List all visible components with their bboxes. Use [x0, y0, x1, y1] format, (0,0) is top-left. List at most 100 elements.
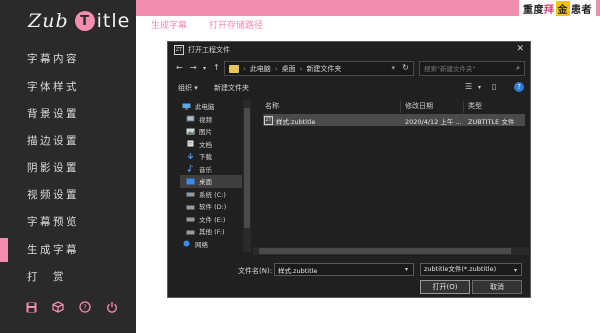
dialog-title: 打开工程文件 [188, 46, 230, 54]
tree-label: 下载 [199, 153, 212, 162]
crumb-separator-icon: › [243, 64, 246, 73]
column-headers: 名称 修改日期 类型 [263, 100, 525, 113]
filename-input[interactable] [274, 263, 414, 276]
file-date: 2020/4/12 上午 ... [405, 118, 462, 126]
logo-text-right: itle [96, 10, 131, 32]
banner-part-4: 患者 [571, 4, 592, 16]
app-logo: Zub T itle [28, 8, 130, 34]
sidebar-item-video[interactable]: 视频设置 [0, 183, 136, 207]
preview-pane-icon[interactable]: ▯ [492, 82, 496, 91]
sidebar-item-background[interactable]: 背景设置 [0, 102, 136, 126]
file-type: ZUBTITLE 文件 [468, 118, 515, 126]
up-icon[interactable]: ↑ [213, 63, 220, 72]
tree-item-desktop[interactable]: 桌面 [180, 175, 242, 188]
drive-icon [186, 230, 195, 235]
search-box: ⌕ [419, 61, 525, 76]
folder-icon [229, 64, 239, 73]
breadcrumb-new-folder[interactable]: 新建文件夹 [306, 64, 341, 74]
file-list: 名称 修改日期 类型 ZT 样式.zubtitle 2020/4/12 上午 .… [263, 100, 525, 126]
tree-item-drive-d[interactable]: 软件 (D:) [180, 200, 242, 213]
help-icon[interactable]: ? [78, 300, 92, 314]
search-input[interactable] [424, 64, 514, 73]
tree-label: 图片 [199, 128, 212, 137]
column-date[interactable]: 修改日期 [405, 101, 433, 111]
forward-icon[interactable]: → [190, 63, 197, 72]
sidebar-bottom-icons: ? [24, 300, 119, 314]
tree-label: 系统 (C:) [199, 190, 226, 199]
drive-icon [186, 192, 195, 197]
app-icon: ZT [174, 45, 184, 55]
new-folder-button[interactable]: 新建文件夹 [214, 83, 249, 93]
breadcrumb-this-pc[interactable]: 此电脑 [250, 64, 271, 74]
horizontal-scrollbar-thumb[interactable] [259, 248, 511, 254]
banner-part-3: 金 [555, 0, 570, 16]
tree-item-drive-f[interactable]: 其他 (F:) [180, 225, 242, 238]
navigation-tree: 此电脑 视频 图片 文档 下载 音乐 桌面 系统 (C:) 软件 (D:) 文件… [180, 100, 242, 250]
sidebar-item-font-style[interactable]: 字体样式 [0, 75, 136, 99]
sidebar-item-stroke[interactable]: 描边设置 [0, 129, 136, 153]
address-bar[interactable]: › 此电脑 › 桌面 › 新建文件夹 ▾ ↻ [224, 61, 414, 76]
sidebar-item-subtitle-content[interactable]: 字幕内容 [0, 47, 136, 71]
cancel-button[interactable]: 取消 [472, 280, 522, 294]
tree-item-pictures[interactable]: 图片 [180, 125, 242, 138]
sidebar-item-donate[interactable]: 打 赏 [0, 265, 136, 289]
column-name[interactable]: 名称 [265, 101, 279, 111]
filename-dropdown-icon[interactable]: ▾ [405, 266, 408, 273]
file-row[interactable]: ZT 样式.zubtitle 2020/4/12 上午 ... ZUBTITLE… [263, 114, 525, 126]
tree-label: 网络 [195, 240, 208, 249]
tree-item-downloads[interactable]: 下载 [180, 150, 242, 163]
address-row: ← → ▾ ↑ › 此电脑 › 桌面 › 新建文件夹 ▾ ↻ ⌕ [168, 61, 530, 77]
tree-item-drive-e[interactable]: 文件 (E:) [180, 213, 242, 226]
tree-item-videos[interactable]: 视频 [180, 113, 242, 126]
address-dropdown-icon[interactable]: ▾ [391, 64, 395, 72]
tree-item-documents[interactable]: 文档 [180, 138, 242, 151]
top-accent-bar: 重度 拜 金 患者 [136, 0, 600, 16]
tree-label: 软件 (D:) [199, 203, 227, 212]
sidebar-item-generate[interactable]: 生成字幕 [0, 238, 136, 262]
music-icon [187, 165, 194, 173]
organize-button[interactable]: 组织 ▾ [178, 83, 198, 93]
svg-text:?: ? [83, 304, 87, 312]
tab-generate-subtitle[interactable]: 生成字幕 [151, 19, 187, 33]
tab-open-storage-path[interactable]: 打开存储路径 [209, 19, 263, 33]
help-circle-icon[interactable]: ? [514, 82, 524, 92]
power-icon[interactable] [105, 300, 119, 314]
dialog-titlebar: ZT 打开工程文件 ✕ [168, 42, 530, 58]
top-tabs: 生成字幕 打开存储路径 [151, 19, 263, 33]
chevron-down-icon: ▾ [513, 267, 517, 274]
tree-item-this-pc[interactable]: 此电脑 [180, 100, 242, 113]
filetype-value: zubtitle文件(*.zubtitle) [424, 265, 497, 273]
breadcrumb-desktop[interactable]: 桌面 [282, 64, 296, 74]
tree-label: 文件 (E:) [199, 215, 226, 224]
banner-part-1: 重度 [523, 4, 544, 16]
banner-part-2: 拜 [544, 4, 555, 16]
save-icon[interactable] [24, 300, 38, 314]
cube-icon[interactable] [51, 300, 65, 314]
column-divider[interactable] [400, 101, 401, 113]
refresh-icon[interactable]: ↻ [402, 63, 409, 72]
tree-item-music[interactable]: 音乐 [180, 163, 242, 176]
tree-scrollbar-thumb[interactable] [244, 108, 250, 228]
column-type[interactable]: 类型 [468, 101, 482, 111]
recent-chevron-icon[interactable]: ▾ [203, 65, 206, 72]
search-icon: ⌕ [516, 64, 520, 72]
view-chevron-icon[interactable]: ▾ [478, 84, 481, 91]
tree-item-drive-c[interactable]: 系统 (C:) [180, 188, 242, 201]
tree-item-network[interactable]: 网络 [180, 238, 242, 251]
tree-scrollbar[interactable] [243, 100, 251, 252]
tree-label: 此电脑 [195, 103, 215, 112]
command-bar: 组织 ▾ 新建文件夹 ☰ ▾ ▯ ? [168, 82, 530, 96]
column-divider[interactable] [463, 101, 464, 113]
file-name: 样式.zubtitle [276, 118, 316, 126]
close-icon[interactable]: ✕ [516, 44, 524, 54]
tree-label: 桌面 [199, 178, 212, 187]
sidebar-item-shadow[interactable]: 阴影设置 [0, 156, 136, 180]
view-options-icon[interactable]: ☰ [465, 82, 472, 91]
computer-icon [182, 103, 191, 110]
back-icon[interactable]: ← [176, 63, 183, 72]
horizontal-scrollbar[interactable] [253, 247, 529, 255]
filename-label: 文件名(N): [238, 267, 273, 275]
sidebar-item-preview[interactable]: 字幕预览 [0, 210, 136, 234]
filetype-select[interactable]: zubtitle文件(*.zubtitle) ▾ [420, 263, 522, 276]
open-button[interactable]: 打开(O) [420, 280, 470, 294]
